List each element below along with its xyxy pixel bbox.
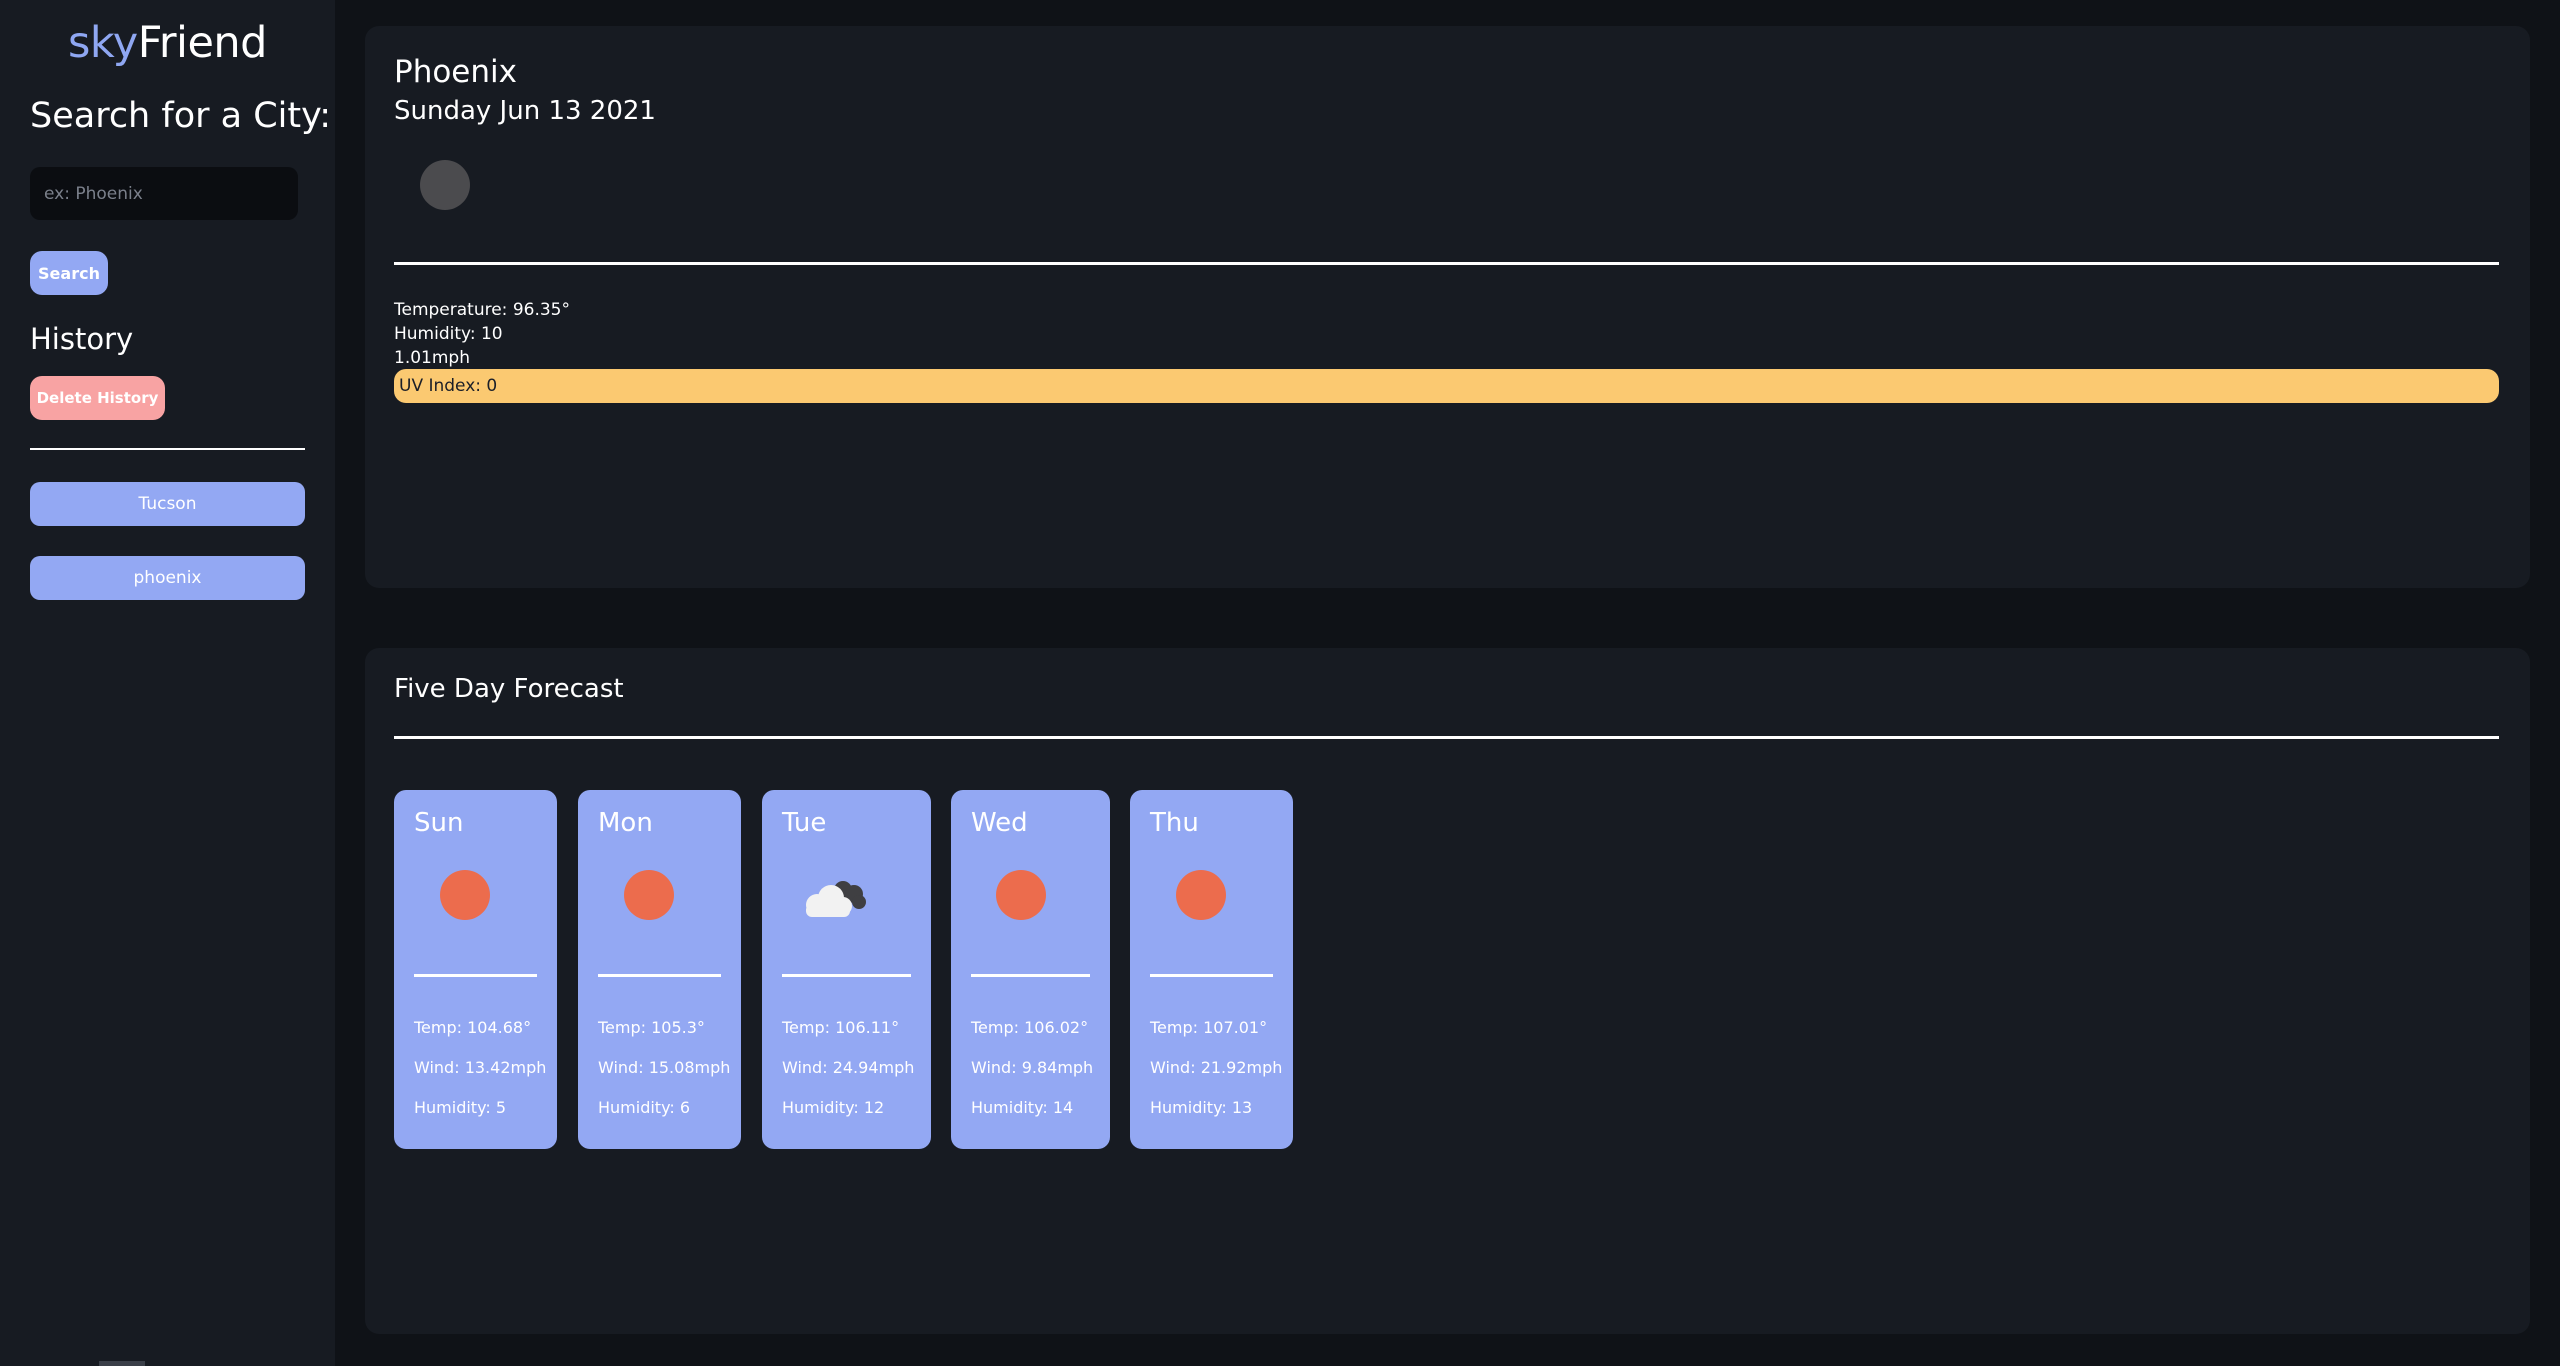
current-weather-panel: Phoenix Sunday Jun 13 2021 Temperature: … (365, 26, 2530, 588)
forecast-humidity: Humidity: 6 (598, 1098, 691, 1117)
current-date: Sunday Jun 13 2021 (394, 96, 656, 126)
history-list: Tucson phoenix (30, 482, 305, 630)
uv-index-bar: UV Index: 0 (394, 369, 2499, 403)
moon-icon (420, 160, 470, 210)
sun-icon (996, 870, 1046, 920)
forecast-card-wed: Wed Temp: 106.02° Wind: 9.84mph Humidity… (951, 790, 1110, 1149)
forecast-day-label: Wed (971, 808, 1028, 838)
forecast-stats: Temp: 105.3° Wind: 15.08mph Humidity: 6 (598, 1008, 730, 1128)
forecast-stats: Temp: 107.01° Wind: 21.92mph Humidity: 1… (1150, 1008, 1282, 1128)
card-divider (414, 974, 537, 977)
temperature-text: Temperature: 96.35° (394, 300, 570, 320)
forecast-wind: Wind: 13.42mph (414, 1058, 547, 1077)
forecast-temp: Temp: 107.01° (1150, 1018, 1268, 1037)
forecast-card-thu: Thu Temp: 107.01° Wind: 21.92mph Humidit… (1130, 790, 1293, 1149)
forecast-day-label: Tue (782, 808, 827, 838)
forecast-day-label: Thu (1150, 808, 1199, 838)
card-divider (598, 974, 721, 977)
logo-sky-text: sky (68, 18, 138, 68)
sun-icon (440, 870, 490, 920)
cloud-icon (806, 881, 866, 917)
history-item-phoenix[interactable]: phoenix (30, 556, 305, 600)
sidebar-scrollbar-thumb[interactable] (99, 1361, 145, 1366)
city-search-input[interactable] (30, 167, 298, 220)
forecast-temp: Temp: 106.02° (971, 1018, 1089, 1037)
forecast-stats: Temp: 104.68° Wind: 13.42mph Humidity: 5 (414, 1008, 546, 1128)
city-name: Phoenix (394, 54, 517, 90)
forecast-card-mon: Mon Temp: 105.3° Wind: 15.08mph Humidity… (578, 790, 741, 1149)
forecast-stats: Temp: 106.02° Wind: 9.84mph Humidity: 14 (971, 1008, 1093, 1128)
forecast-stats: Temp: 106.11° Wind: 24.94mph Humidity: 1… (782, 1008, 914, 1128)
history-item-tucson[interactable]: Tucson (30, 482, 305, 526)
forecast-wind: Wind: 15.08mph (598, 1058, 731, 1077)
app-logo: skyFriend (0, 18, 335, 68)
forecast-temp: Temp: 104.68° (414, 1018, 532, 1037)
forecast-humidity: Humidity: 14 (971, 1098, 1074, 1117)
forecast-temp: Temp: 105.3° (598, 1018, 705, 1037)
search-heading: Search for a City: (30, 96, 332, 136)
forecast-wind: Wind: 21.92mph (1150, 1058, 1283, 1077)
sun-icon (624, 870, 674, 920)
forecast-day-label: Mon (598, 808, 653, 838)
delete-history-button[interactable]: Delete History (30, 376, 165, 420)
sidebar-divider (30, 448, 305, 450)
forecast-heading: Five Day Forecast (394, 674, 624, 704)
forecast-wind: Wind: 9.84mph (971, 1058, 1094, 1077)
search-button[interactable]: Search (30, 251, 108, 295)
forecast-day-label: Sun (414, 808, 464, 838)
card-divider (782, 974, 911, 977)
card-divider (971, 974, 1090, 977)
humidity-text: Humidity: 10 (394, 324, 503, 344)
sidebar: skyFriend Search for a City: Search Hist… (0, 0, 335, 1366)
forecast-humidity: Humidity: 12 (782, 1098, 885, 1117)
wind-text: 1.01mph (394, 348, 470, 368)
forecast-panel: Five Day Forecast Sun Temp: 104.68° Wind… (365, 648, 2530, 1334)
current-divider (394, 262, 2499, 265)
card-divider (1150, 974, 1273, 977)
forecast-temp: Temp: 106.11° (782, 1018, 900, 1037)
current-stats: Temperature: 96.35° Humidity: 10 1.01mph (394, 298, 570, 370)
logo-friend-text: Friend (137, 18, 268, 68)
forecast-wind: Wind: 24.94mph (782, 1058, 915, 1077)
forecast-card-tue: Tue Temp: 106.11° Wind: 24.94mph Humidit… (762, 790, 931, 1149)
sun-icon (1176, 870, 1226, 920)
forecast-divider (394, 736, 2499, 739)
history-heading: History (30, 322, 134, 356)
forecast-humidity: Humidity: 5 (414, 1098, 507, 1117)
forecast-humidity: Humidity: 13 (1150, 1098, 1253, 1117)
forecast-card-sun: Sun Temp: 104.68° Wind: 13.42mph Humidit… (394, 790, 557, 1149)
